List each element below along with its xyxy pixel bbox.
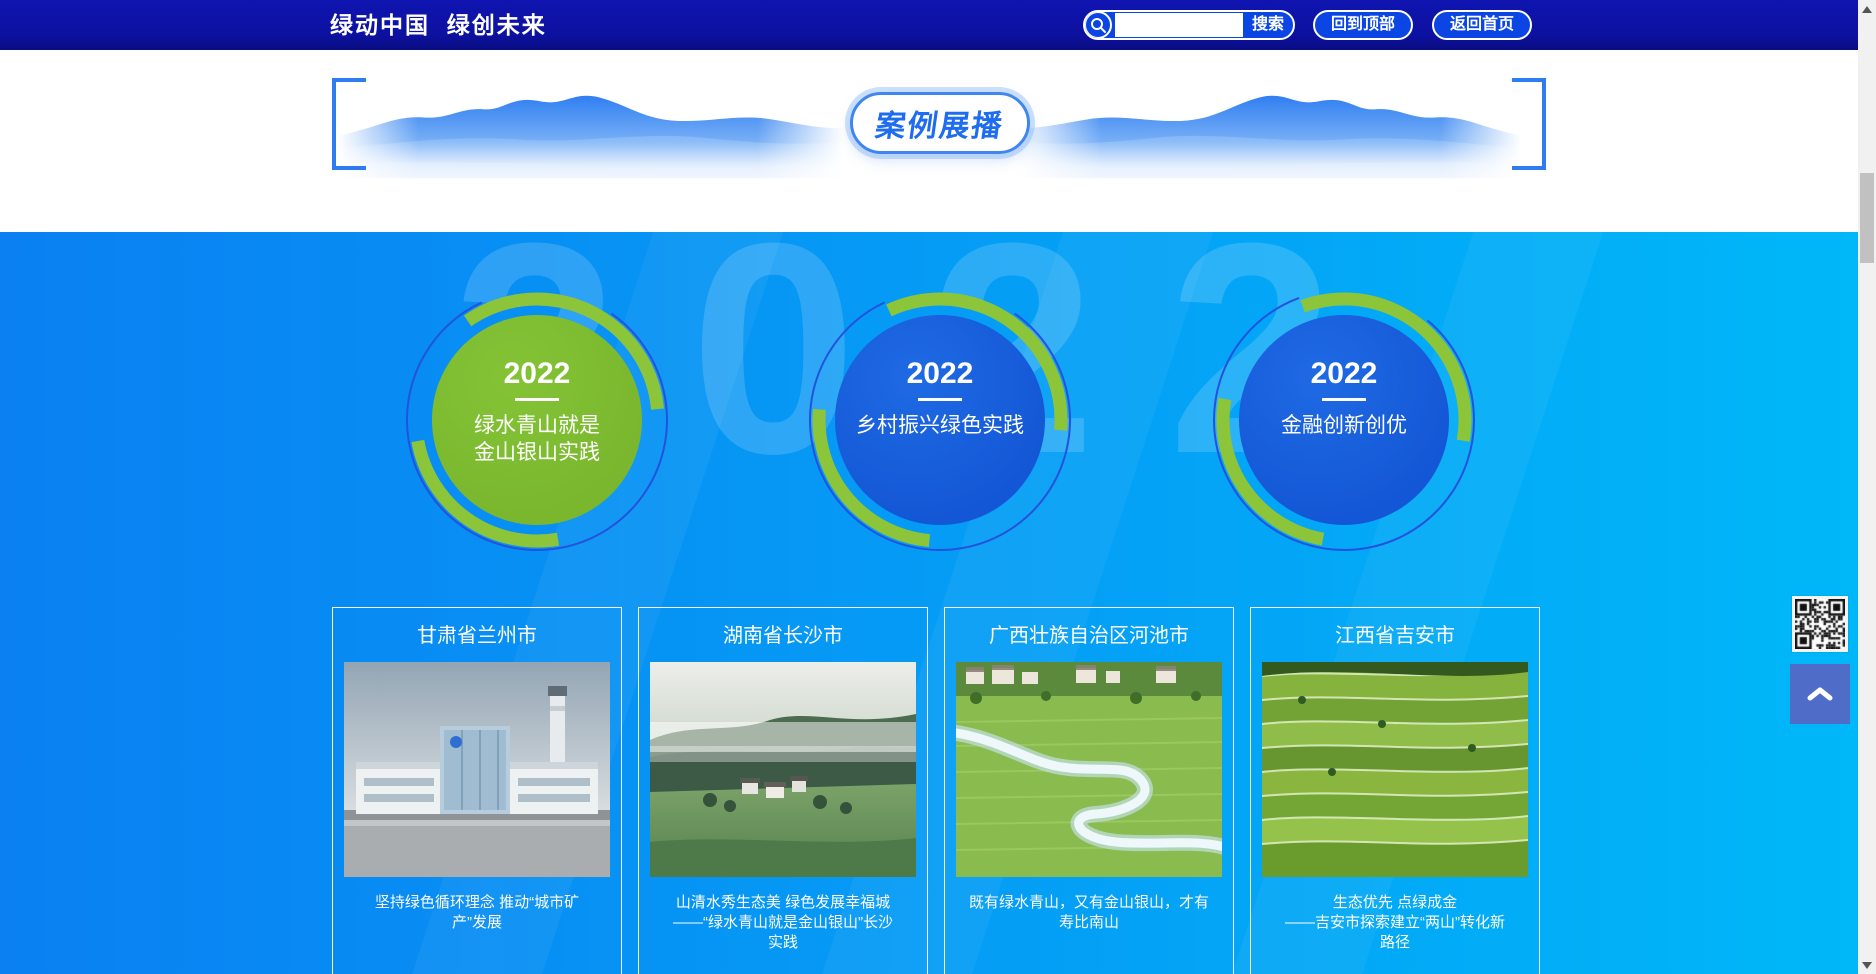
caption-line: 生态优先 点绿成金 xyxy=(1265,893,1525,913)
year-label: 2022 xyxy=(432,357,642,391)
case-caption: 既有绿水青山，又有金山银山，才有 寿比南山 xyxy=(945,893,1233,933)
search-input[interactable] xyxy=(1115,13,1243,37)
case-city: 湖南省长沙市 xyxy=(639,622,927,650)
caption-line: 路径 xyxy=(1265,933,1525,953)
qr-code xyxy=(1792,596,1848,652)
case-photo-terraces xyxy=(1262,662,1528,877)
year-label: 2022 xyxy=(835,357,1045,391)
case-card-lanzhou[interactable]: 甘肃省兰州市 xyxy=(332,607,622,974)
caption-line: 山清水秀生态美 绿色发展幸福城 xyxy=(653,893,913,913)
case-city: 广西壮族自治区河池市 xyxy=(945,622,1233,650)
year-circle-group-3[interactable]: 2022 金融创新创优 xyxy=(1204,280,1484,560)
section-header: 案例展播 xyxy=(0,50,1858,232)
scrollbar-up-arrow[interactable] xyxy=(1862,6,1872,13)
divider xyxy=(918,398,962,401)
search-icon xyxy=(1084,11,1112,39)
case-card-row: 甘肃省兰州市 xyxy=(332,607,1540,974)
year-circle-group-2[interactable]: 2022 乡村振兴绿色实践 xyxy=(800,280,1080,560)
page: 绿动中国 绿创未来 搜索 回到顶部 返回首页 xyxy=(0,0,1876,974)
scroll-to-top-button[interactable] xyxy=(1790,664,1850,724)
scrollbar-thumb[interactable] xyxy=(1860,173,1874,263)
divider xyxy=(515,398,559,401)
caption-line: ——“绿水青山就是金山银山”长沙 xyxy=(653,913,913,933)
mountain-decoration-left xyxy=(338,64,843,182)
search-bar: 搜索 xyxy=(1083,10,1295,40)
case-caption: 生态优先 点绿成金 ——吉安市探索建立“两山”转化新 路径 xyxy=(1251,893,1539,953)
case-photo-misty-village xyxy=(650,662,916,877)
year-label: 2022 xyxy=(1239,357,1449,391)
qr-code-image xyxy=(1795,599,1845,649)
search-button[interactable]: 搜索 xyxy=(1243,12,1293,38)
case-caption: 坚持绿色循环理念 推动“城市矿 产”发展 xyxy=(333,893,621,933)
case-card-jian[interactable]: 江西省吉安市 xyxy=(1250,607,1540,974)
case-photo-factory xyxy=(344,662,610,877)
year-circle: 2022 金融创新创优 xyxy=(1239,315,1449,525)
caption-line: 坚持绿色循环理念 推动“城市矿 xyxy=(347,893,607,913)
mountain-decoration-right xyxy=(1016,64,1521,182)
bracket-decoration-right xyxy=(1512,78,1546,170)
site-slogan: 绿动中国 绿创未来 xyxy=(330,0,547,50)
circle-caption-line: 绿水青山就是 xyxy=(432,412,642,439)
year-circle: 2022 乡村振兴绿色实践 xyxy=(835,315,1045,525)
year-circle: 2022 绿水青山就是 金山银山实践 xyxy=(432,315,642,525)
case-card-hechi[interactable]: 广西壮族自治区河池市 xyxy=(944,607,1234,974)
section-title: 案例展播 xyxy=(873,101,1007,145)
case-caption: 山清水秀生态美 绿色发展幸福城 ——“绿水青山就是金山银山”长沙 实践 xyxy=(639,893,927,953)
bracket-decoration-left xyxy=(332,78,366,170)
caption-line: 寿比南山 xyxy=(959,913,1219,933)
section-title-badge: 案例展播 xyxy=(850,92,1030,154)
case-photo-river-fields xyxy=(956,662,1222,877)
caption-line: ——吉安市探索建立“两山”转化新 xyxy=(1265,913,1525,933)
scrollbar-down-arrow[interactable] xyxy=(1862,962,1872,969)
caption-line: 实践 xyxy=(653,933,913,953)
circle-caption-line: 乡村振兴绿色实践 xyxy=(835,412,1045,439)
scrollbar-track[interactable] xyxy=(1858,0,1876,974)
caption-line: 产”发展 xyxy=(347,913,607,933)
chevron-up-icon xyxy=(1807,687,1833,701)
year-circle-group-1[interactable]: 2022 绿水青山就是 金山银山实践 xyxy=(397,280,677,560)
showcase-section: 2022 2022 绿水青山就是 金山银山实践 2022 xyxy=(0,232,1858,974)
back-to-top-button[interactable]: 回到顶部 xyxy=(1313,10,1413,40)
case-city: 甘肃省兰州市 xyxy=(333,622,621,650)
divider xyxy=(1322,398,1366,401)
case-city: 江西省吉安市 xyxy=(1251,622,1539,650)
circle-caption-line: 金融创新创优 xyxy=(1239,412,1449,439)
circle-caption-line: 金山银山实践 xyxy=(432,439,642,466)
top-navbar: 绿动中国 绿创未来 搜索 回到顶部 返回首页 xyxy=(0,0,1858,50)
case-card-changsha[interactable]: 湖南省长沙市 xyxy=(638,607,928,974)
caption-line: 既有绿水青山，又有金山银山，才有 xyxy=(959,893,1219,913)
return-home-button[interactable]: 返回首页 xyxy=(1432,10,1532,40)
